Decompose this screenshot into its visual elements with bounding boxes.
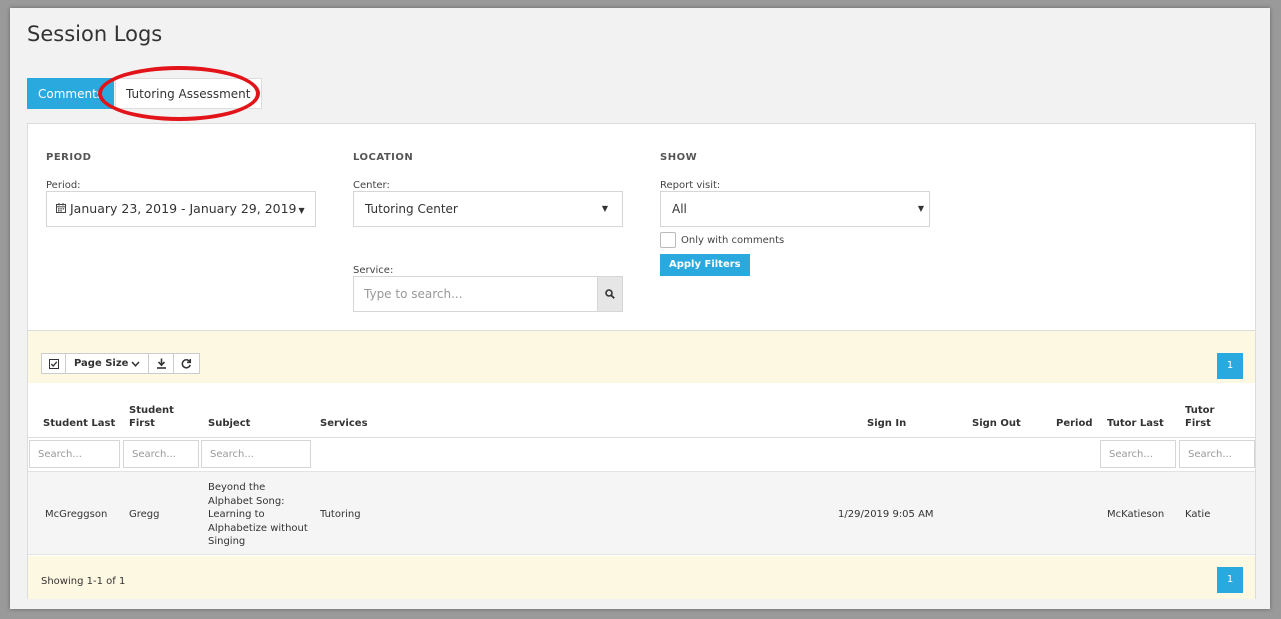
- only-comments-row: Only with comments: [660, 232, 784, 248]
- app-window: Session Logs Comments Tutoring Assessmen…: [10, 8, 1270, 609]
- tab-comments[interactable]: Comments: [27, 78, 115, 109]
- center-value: Tutoring Center: [365, 202, 458, 216]
- col-header-student-first-line1: Student: [129, 405, 174, 416]
- period-label: Period:: [46, 180, 81, 191]
- select-all-button[interactable]: [42, 354, 66, 373]
- page-size-label: Page Size: [74, 358, 129, 369]
- cell-subject: Beyond the Alphabet Song: Learning to Al…: [208, 481, 308, 549]
- cell-sign-in: 1/29/2019 9:05 AM: [838, 509, 934, 520]
- cell-subject-line: Singing: [208, 536, 246, 547]
- download-button[interactable]: [149, 354, 175, 373]
- search-icon: [605, 289, 615, 299]
- apply-filters-button[interactable]: Apply Filters: [660, 254, 750, 276]
- location-heading: LOCATION: [353, 152, 414, 163]
- period-value: January 23, 2019 - January 29, 2019: [70, 201, 297, 216]
- select-all-checkbox-icon: [48, 358, 59, 369]
- service-label: Service:: [353, 265, 394, 276]
- chevron-down-icon: ▼: [917, 204, 924, 213]
- show-heading: SHOW: [660, 152, 698, 163]
- tab-bar: Comments Tutoring Assessment: [27, 78, 262, 109]
- period-date-picker[interactable]: January 23, 2019 - January 29, 2019 ▼: [46, 191, 316, 227]
- col-header-subject[interactable]: Subject: [208, 417, 250, 430]
- period-heading: PERIOD: [46, 152, 92, 163]
- chevron-down-icon: ▼: [601, 204, 608, 213]
- report-visit-select[interactable]: All ▼: [660, 191, 930, 227]
- pagination-page-top[interactable]: 1: [1217, 353, 1243, 379]
- col-header-student-first-line2: First: [129, 418, 155, 429]
- service-search-button[interactable]: [597, 276, 623, 312]
- cell-subject-line: Learning to: [208, 509, 265, 520]
- tab-tutoring-assessment[interactable]: Tutoring Assessment: [115, 78, 262, 109]
- center-label: Center:: [353, 180, 390, 191]
- col-header-period[interactable]: Period: [1056, 417, 1093, 430]
- cell-tutor-last: McKatieson: [1107, 509, 1165, 520]
- page-size-dropdown[interactable]: Page Size: [66, 354, 150, 373]
- refresh-icon: [182, 359, 192, 369]
- col-header-sign-out[interactable]: Sign Out: [972, 417, 1021, 430]
- table-toolbar-bar: Page Size 1: [28, 331, 1255, 383]
- col-header-tutor-last[interactable]: Tutor Last: [1107, 417, 1164, 430]
- col-header-sign-in[interactable]: Sign In: [867, 417, 906, 430]
- col-header-services[interactable]: Services: [320, 417, 368, 430]
- cell-student-first: Gregg: [129, 509, 160, 520]
- showing-count: Showing 1-1 of 1: [41, 576, 126, 587]
- col-header-tutor-first[interactable]: Tutor First: [1185, 404, 1214, 430]
- cell-subject-line: Alphabet Song:: [208, 495, 285, 507]
- table-toolbar: Page Size: [41, 353, 201, 374]
- cell-services: Tutoring: [320, 509, 361, 520]
- search-tutor-last[interactable]: [1100, 440, 1176, 468]
- cell-student-last: McGreggson: [45, 509, 108, 520]
- page-title: Session Logs: [27, 22, 163, 46]
- report-visit-label: Report visit:: [660, 180, 721, 191]
- search-student-last[interactable]: [29, 440, 120, 468]
- results-panel: Page Size 1 Student Last Student First S…: [27, 331, 1256, 599]
- only-comments-label: Only with comments: [681, 234, 785, 246]
- chevron-down-icon: [131, 360, 141, 367]
- search-student-first[interactable]: [123, 440, 199, 468]
- service-search-input[interactable]: [353, 276, 597, 312]
- col-header-tutor-first-line2: First: [1185, 418, 1211, 429]
- table-row[interactable]: McGreggson Gregg Beyond the Alphabet Son…: [28, 471, 1255, 555]
- search-tutor-first[interactable]: [1179, 440, 1255, 468]
- service-search: [353, 276, 623, 312]
- center-select[interactable]: Tutoring Center ▼: [353, 191, 623, 227]
- only-comments-checkbox[interactable]: [660, 232, 676, 248]
- chevron-down-icon: ▼: [298, 206, 305, 215]
- pagination-page-bottom[interactable]: 1: [1217, 567, 1243, 593]
- table-footer: Showing 1-1 of 1 1: [28, 556, 1255, 599]
- report-visit-value: All: [672, 202, 687, 216]
- download-icon: [156, 358, 166, 369]
- cell-tutor-first: Katie: [1185, 509, 1211, 520]
- col-header-student-last[interactable]: Student Last: [43, 417, 115, 430]
- cell-subject-line: Alphabetize without: [208, 522, 308, 534]
- col-header-tutor-first-line1: Tutor: [1185, 405, 1215, 416]
- cell-subject-line: Beyond the: [208, 482, 266, 493]
- refresh-button[interactable]: [174, 354, 199, 373]
- search-subject[interactable]: [201, 440, 311, 468]
- col-header-student-first[interactable]: Student First: [129, 404, 174, 430]
- calendar-icon: [56, 194, 66, 228]
- filter-panel: PERIOD Period: January 23, 2019 - Januar…: [27, 123, 1256, 331]
- header-divider: [28, 437, 1255, 438]
